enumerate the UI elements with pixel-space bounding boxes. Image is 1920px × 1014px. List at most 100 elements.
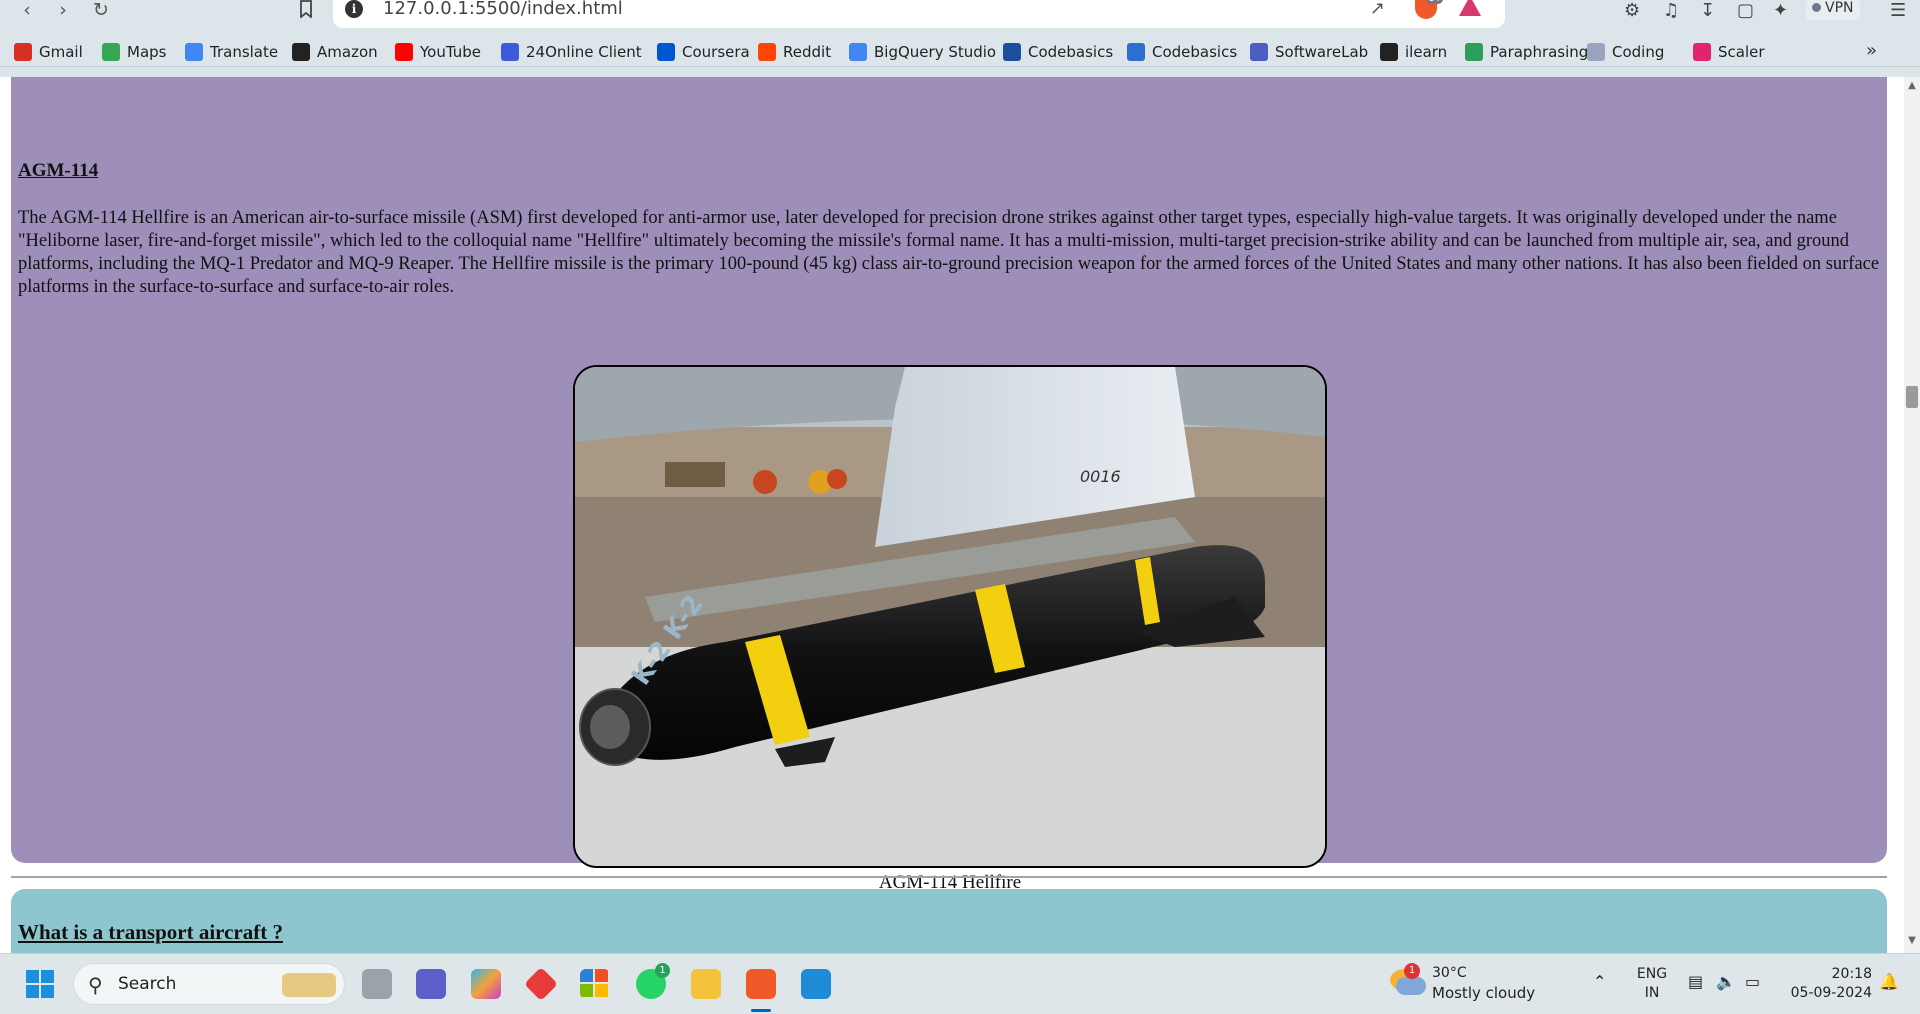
vpn-status-icon	[1812, 3, 1821, 12]
teams-icon[interactable]	[416, 969, 446, 999]
show-hidden-icons[interactable]: ⌃	[1593, 972, 1606, 991]
missile-image: 0016 K-2 K-2	[573, 365, 1327, 868]
bookmark-page-icon[interactable]	[293, 0, 319, 22]
gmail-icon	[14, 43, 32, 61]
network-icon[interactable]: ▤	[1688, 972, 1703, 991]
bookmark-softwarelab[interactable]: SoftwareLab	[1250, 41, 1368, 63]
bookmark-label: Amazon	[317, 43, 378, 61]
bookmark-translate[interactable]: Translate	[185, 41, 278, 63]
bookmark-ilearn[interactable]: ilearn	[1380, 41, 1447, 63]
bigquery-icon	[849, 43, 867, 61]
menu-icon[interactable]: ☰	[1890, 0, 1906, 21]
windows-logo-icon	[26, 970, 39, 983]
maps-icon	[102, 43, 120, 61]
weather-condition: Mostly cloudy	[1432, 984, 1536, 1002]
bookmark-codebasics[interactable]: Codebasics	[1003, 41, 1113, 63]
language-indicator[interactable]: ENG IN	[1636, 965, 1668, 1003]
bookmark-label: ilearn	[1405, 43, 1448, 61]
bookmark-label: SoftwareLab	[1275, 43, 1369, 61]
more-bookmarks-icon[interactable]: »	[1866, 40, 1877, 61]
paraphrasing-icon	[1465, 43, 1483, 61]
bookmark-coding[interactable]: Coding	[1587, 41, 1664, 63]
page-scrollbar[interactable]	[1904, 77, 1920, 953]
file-explorer-icon[interactable]	[691, 969, 721, 999]
notifications-icon[interactable]: 🔔	[1879, 972, 1899, 991]
bookmark-label: Translate	[210, 43, 279, 61]
bookmark-label: Reddit	[783, 43, 832, 61]
section-paragraph: The AGM-114 Hellfire is an American air-…	[18, 208, 1880, 297]
bookmark-codebasics[interactable]: Codebasics	[1127, 41, 1237, 63]
downloads-icon[interactable]: ↧	[1700, 0, 1715, 21]
leo-ai-icon[interactable]: ✦	[1773, 0, 1788, 21]
bookmark-coursera[interactable]: Coursera	[657, 41, 750, 63]
wallet-icon[interactable]: ▢	[1737, 0, 1754, 21]
region-code: IN	[1644, 985, 1660, 1001]
battery-icon[interactable]: ▭	[1745, 972, 1760, 991]
scroll-up-icon[interactable]: ▲	[1904, 80, 1920, 94]
bookmark-label: YouTube	[420, 43, 481, 61]
forward-icon[interactable]: ›	[50, 0, 76, 22]
bookmark-bigquery-studio[interactable]: BigQuery Studio	[849, 41, 996, 63]
system-clock[interactable]: 20:18 05-09-2024	[1782, 965, 1872, 1003]
bookmark-amazon[interactable]: Amazon	[292, 41, 378, 63]
section-agm-114: AGM-114 The AGM-114 Hellfire is an Ameri…	[11, 77, 1887, 893]
vpn-button[interactable]: VPN	[1806, 0, 1860, 20]
search-label: Search	[118, 974, 177, 994]
vscode-icon[interactable]	[801, 969, 831, 999]
site-info-icon[interactable]: i	[345, 0, 363, 18]
24online-icon	[501, 43, 519, 61]
search-highlight-icon	[282, 973, 336, 997]
media-icon[interactable]: ♫	[1663, 0, 1679, 21]
scaler-icon	[1693, 43, 1711, 61]
translate-icon	[185, 43, 203, 61]
copilot-icon[interactable]	[471, 969, 501, 999]
brave-rewards-icon[interactable]	[1459, 0, 1481, 16]
microsoft-store-icon[interactable]	[580, 969, 610, 999]
bookmark-label: BigQuery Studio	[874, 43, 997, 61]
whatsapp-badge: 1	[655, 963, 670, 978]
brave-shields-count: 14	[1425, 0, 1443, 4]
browser-toolbar: ‹ › ↻ i 127.0.0.1:5500/index.html ↗ 14 ⚙…	[0, 0, 1920, 29]
url-text[interactable]: 127.0.0.1:5500/index.html	[383, 0, 623, 19]
bookmark-reddit[interactable]: Reddit	[758, 41, 831, 63]
coding-icon	[1587, 43, 1605, 61]
volume-icon[interactable]: 🔈	[1716, 972, 1736, 991]
bookmark-label: Codebasics	[1152, 43, 1238, 61]
start-button[interactable]	[26, 970, 54, 998]
search-icon: ⚲	[88, 973, 103, 997]
windows-taskbar: ⚲ Search 1 1 30°C Mostly cloudy ⌃ ENG IN…	[0, 953, 1920, 1014]
bookmark-scaler[interactable]: Scaler	[1693, 41, 1765, 63]
bookmark-label: Gmail	[39, 43, 83, 61]
bookmark-label: 24Online Client	[526, 43, 642, 61]
git-icon[interactable]	[524, 967, 558, 1001]
scroll-down-icon[interactable]: ▼	[1904, 935, 1920, 949]
task-view-icon[interactable]	[362, 969, 392, 999]
section-title: AGM-114	[18, 160, 99, 181]
codebasics-icon	[1127, 43, 1145, 61]
extensions-icon[interactable]: ⚙	[1624, 0, 1640, 21]
share-icon[interactable]: ↗	[1370, 0, 1385, 19]
clock-date: 05-09-2024	[1790, 985, 1872, 1001]
vpn-label: VPN	[1825, 0, 1854, 16]
youtube-icon	[395, 43, 413, 61]
bookmark-paraphrasing[interactable]: Paraphrasing	[1465, 41, 1588, 63]
taskbar-search[interactable]: ⚲ Search	[73, 963, 345, 1005]
bookmark-maps[interactable]: Maps	[102, 41, 166, 63]
weather-badge: 1	[1404, 963, 1420, 979]
brave-browser-icon[interactable]	[746, 969, 776, 999]
bookmark-label: Scaler	[1718, 43, 1765, 61]
reload-icon[interactable]: ↻	[88, 0, 114, 22]
back-icon[interactable]: ‹	[14, 0, 40, 22]
temperature: 30°C	[1432, 965, 1467, 981]
section-transport-aircraft: What is a transport aircraft ?	[11, 889, 1887, 953]
bookmark-label: Coding	[1612, 43, 1665, 61]
bookmark-label: Maps	[127, 43, 167, 61]
bookmark-label: Paraphrasing	[1490, 43, 1589, 61]
pylon-number: 0016	[1080, 467, 1121, 486]
bookmark-24online-client[interactable]: 24Online Client	[501, 41, 642, 63]
bookmarks-bar: Gmail Maps Translate Amazon YouTube 24Online …	[0, 37, 1920, 67]
address-bar[interactable]: i 127.0.0.1:5500/index.html ↗ 14	[333, 0, 1505, 28]
bookmark-gmail[interactable]: Gmail	[14, 41, 83, 63]
scroll-thumb[interactable]	[1906, 386, 1918, 408]
bookmark-youtube[interactable]: YouTube	[395, 41, 481, 63]
